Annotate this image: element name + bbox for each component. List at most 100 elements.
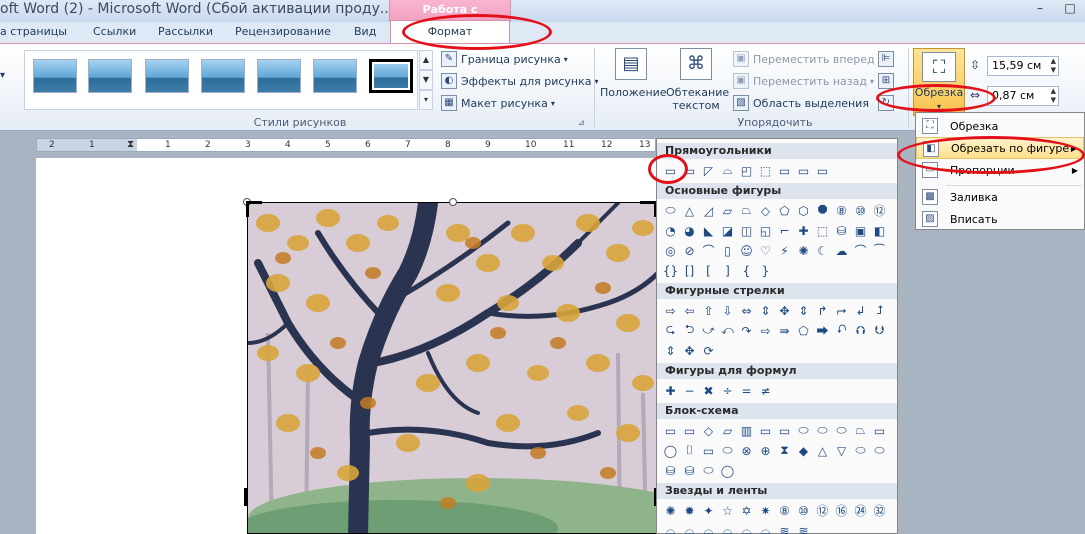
shape-option-icon[interactable]: ] bbox=[718, 261, 737, 280]
selection-pane-button[interactable]: ▧ Область выделения bbox=[733, 93, 869, 113]
shape-option-icon[interactable]: ⌷ bbox=[680, 441, 699, 460]
shape-option-icon[interactable]: ⌐ bbox=[775, 221, 794, 240]
width-input[interactable]: 0,87 см ▲ ▼ bbox=[987, 86, 1059, 106]
shape-option-icon[interactable]: ⌓ bbox=[718, 521, 737, 534]
crop-menu-crop[interactable]: ⛶ Обрезка bbox=[916, 115, 1084, 137]
shape-option-icon[interactable]: − bbox=[680, 381, 699, 400]
shape-option-icon[interactable]: ⮣ bbox=[832, 301, 851, 320]
shape-option-icon[interactable]: ◣ bbox=[699, 221, 718, 240]
shape-option-icon[interactable]: [ bbox=[699, 261, 718, 280]
shape-option-icon[interactable]: ⬚ bbox=[813, 221, 832, 240]
shape-option-icon[interactable]: ⌒ bbox=[851, 241, 870, 260]
shape-option-icon[interactable]: [] bbox=[680, 261, 699, 280]
shape-option-icon[interactable]: ▭ bbox=[813, 161, 832, 180]
picture-style-7-selected[interactable] bbox=[369, 59, 413, 93]
shape-option-icon[interactable]: ⮋ bbox=[870, 321, 889, 340]
shape-option-icon[interactable]: ♡ bbox=[756, 241, 775, 260]
shape-option-icon[interactable]: ÷ bbox=[718, 381, 737, 400]
shape-option-icon[interactable]: ⑯ bbox=[832, 501, 851, 520]
shape-option-icon[interactable]: ◸ bbox=[699, 161, 718, 180]
picture-style-2[interactable] bbox=[88, 59, 132, 93]
crop-menu-fill[interactable]: ▩ Заливка bbox=[916, 186, 1084, 208]
shape-option-icon[interactable]: ▭ bbox=[699, 441, 718, 460]
shape-option-icon[interactable]: ⬡ bbox=[794, 201, 813, 220]
shape-option-icon[interactable]: ◯ bbox=[718, 461, 737, 480]
tab-references[interactable]: Ссылки bbox=[93, 25, 136, 44]
shape-option-icon[interactable]: ⬭ bbox=[699, 461, 718, 480]
shape-option-icon[interactable]: = bbox=[737, 381, 756, 400]
shape-option-icon[interactable]: ▱ bbox=[718, 201, 737, 220]
shape-option-icon[interactable]: ⬭ bbox=[832, 421, 851, 440]
shape-option-icon[interactable]: ⮎ bbox=[661, 321, 680, 340]
shape-option-icon[interactable]: ▭ bbox=[775, 161, 794, 180]
shape-option-icon[interactable]: ✥ bbox=[775, 301, 794, 320]
picture-style-3[interactable] bbox=[145, 59, 189, 93]
picture-style-5[interactable] bbox=[257, 59, 301, 93]
align-button[interactable]: ⊫ bbox=[878, 49, 898, 69]
shape-option-icon[interactable]: ✚ bbox=[794, 221, 813, 240]
shape-option-icon[interactable]: ✦ bbox=[699, 501, 718, 520]
shape-option-icon[interactable]: { bbox=[737, 261, 756, 280]
shape-option-icon[interactable]: ◫ bbox=[737, 221, 756, 240]
wrap-text-button[interactable]: ⌘ Обтекание текстом bbox=[666, 48, 729, 112]
shape-option-icon[interactable]: ↷ bbox=[737, 321, 756, 340]
shape-option-icon[interactable]: ▭ bbox=[661, 421, 680, 440]
shape-option-icon[interactable]: ⮕ bbox=[813, 321, 832, 340]
picture-layout-button[interactable]: ▦ Макет рисунка ▾ bbox=[441, 93, 555, 113]
shape-option-icon[interactable]: ⬠ bbox=[775, 201, 794, 220]
shape-option-icon[interactable]: ⤻ bbox=[699, 321, 718, 340]
shape-option-icon[interactable]: ▯ bbox=[718, 241, 737, 260]
shape-option-icon[interactable]: ◱ bbox=[756, 221, 775, 240]
shape-option-icon[interactable]: ⌓ bbox=[699, 521, 718, 534]
shape-option-icon[interactable]: ⑩ bbox=[794, 501, 813, 520]
gallery-scroll-down-icon[interactable]: ▼ bbox=[419, 70, 433, 90]
shape-option-icon[interactable]: ▭ bbox=[680, 421, 699, 440]
shape-option-icon[interactable]: ⬭ bbox=[851, 441, 870, 460]
shape-option-icon[interactable]: ⇛ bbox=[775, 321, 794, 340]
maximize-button[interactable]: □ bbox=[1055, 0, 1085, 18]
shape-option-icon[interactable]: ⟳ bbox=[699, 341, 718, 360]
shape-option-icon[interactable]: ☁ bbox=[832, 241, 851, 260]
shape-option-icon[interactable]: ✺ bbox=[661, 501, 680, 520]
shape-option-icon[interactable]: ◇ bbox=[756, 201, 775, 220]
shape-option-icon[interactable]: ⑧ bbox=[832, 201, 851, 220]
shape-option-icon[interactable]: ⬭ bbox=[661, 201, 680, 220]
tab-review[interactable]: Рецензирование bbox=[235, 25, 331, 44]
shape-option-icon[interactable]: ⌓ bbox=[680, 521, 699, 534]
shape-option-icon[interactable]: ◪ bbox=[718, 221, 737, 240]
shape-option-icon[interactable]: ◰ bbox=[737, 161, 756, 180]
crop-menu-fit[interactable]: ▨ Вписать bbox=[916, 208, 1084, 230]
shape-option-icon[interactable]: ▭ bbox=[775, 421, 794, 440]
shape-option-icon[interactable]: ◿ bbox=[699, 201, 718, 220]
crop-handle-left[interactable] bbox=[244, 488, 247, 506]
shape-option-icon[interactable]: ⇔ bbox=[737, 301, 756, 320]
shape-option-icon[interactable]: ⌒ bbox=[699, 241, 718, 260]
picture-style-1[interactable] bbox=[33, 59, 77, 93]
shape-option-icon[interactable]: ◯ bbox=[661, 441, 680, 460]
shape-option-icon[interactable]: ⏢ bbox=[851, 421, 870, 440]
picture-style-4[interactable] bbox=[201, 59, 245, 93]
shape-option-icon[interactable]: ✺ bbox=[794, 241, 813, 260]
dialog-launcher-icon[interactable]: ⊿ bbox=[578, 118, 585, 127]
shape-option-icon[interactable]: ☺ bbox=[737, 241, 756, 260]
tab-mailings[interactable]: Рассылки bbox=[158, 25, 213, 44]
shape-option-icon[interactable]: ⬠ bbox=[794, 321, 813, 340]
shape-option-icon[interactable]: ⑧ bbox=[775, 501, 794, 520]
shape-option-icon[interactable]: ⯃ bbox=[813, 201, 832, 220]
shape-option-icon[interactable]: ⇕ bbox=[661, 341, 680, 360]
shape-option-icon[interactable]: ✹ bbox=[680, 501, 699, 520]
picture-style-6[interactable] bbox=[313, 59, 357, 93]
shape-option-icon[interactable]: ◇ bbox=[699, 421, 718, 440]
shape-option-icon[interactable]: ⁀ bbox=[870, 241, 889, 260]
shape-option-icon[interactable]: ☆ bbox=[718, 501, 737, 520]
shape-option-icon[interactable]: ⇨ bbox=[756, 321, 775, 340]
shape-option-icon[interactable]: ⤺ bbox=[718, 321, 737, 340]
shape-option-icon[interactable]: ✚ bbox=[661, 381, 680, 400]
shape-option-icon[interactable]: ↲ bbox=[851, 301, 870, 320]
shape-option-icon[interactable]: ▣ bbox=[851, 221, 870, 240]
selected-picture[interactable] bbox=[247, 202, 657, 534]
shape-option-icon[interactable]: ⌓ bbox=[737, 521, 756, 534]
shape-option-icon[interactable]: ⑫ bbox=[813, 501, 832, 520]
send-backward-button[interactable]: ▣ Переместить назад ▾ bbox=[733, 71, 874, 91]
shape-option-icon[interactable]: ⊗ bbox=[737, 441, 756, 460]
